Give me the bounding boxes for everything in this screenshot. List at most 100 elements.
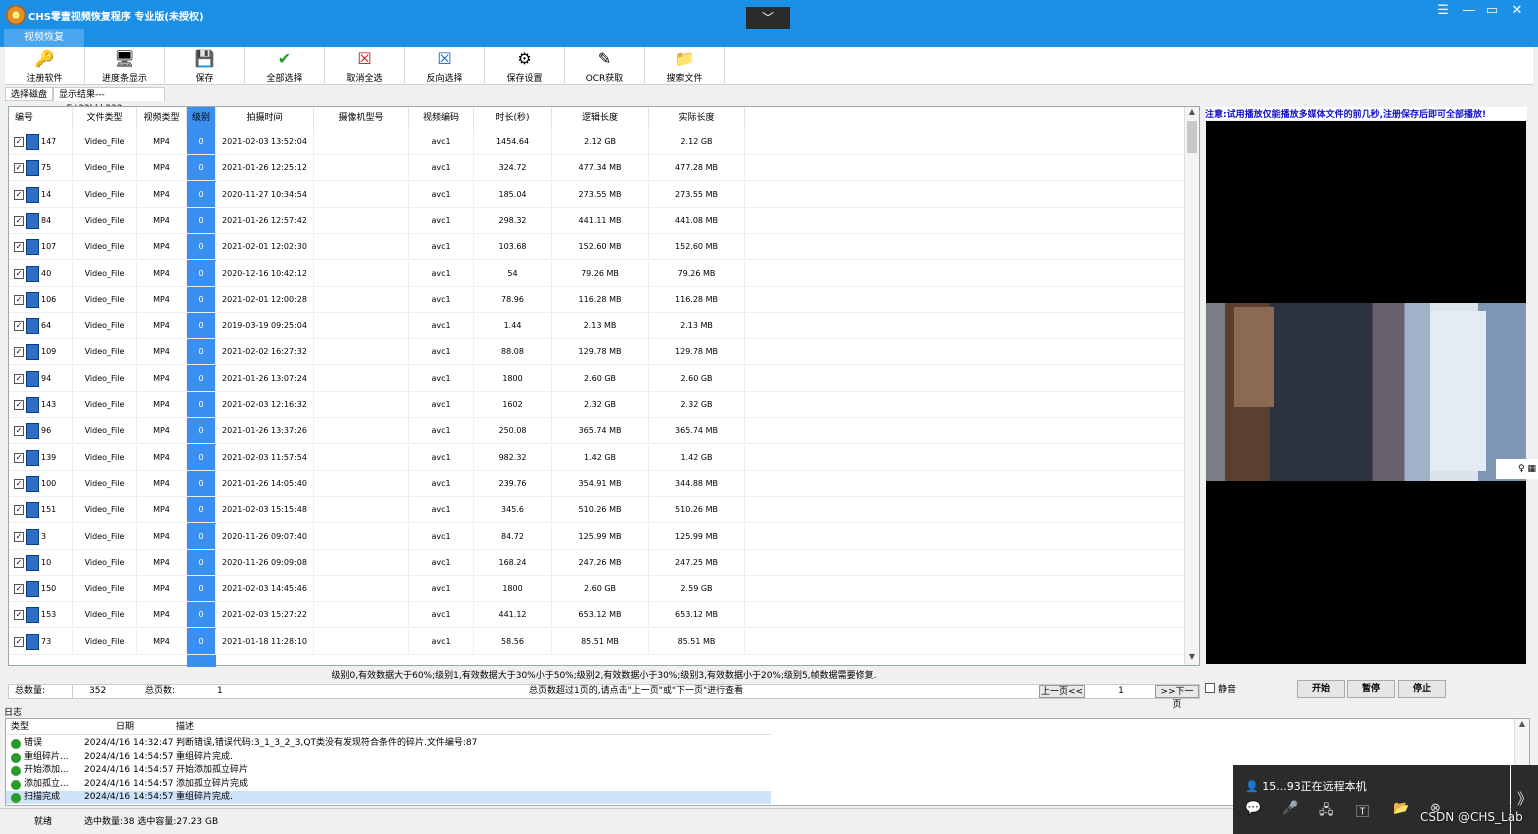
prev-page-button[interactable]: 上一页<< — [1039, 685, 1085, 698]
toolbar-button-8[interactable]: 📁 搜索文件 — [645, 47, 725, 85]
pause-button[interactable]: 暂停 — [1347, 680, 1395, 698]
table-scrollbar[interactable]: ▲ ▼ — [1184, 107, 1199, 665]
row-checkbox[interactable]: ✓ — [14, 268, 24, 279]
column-header[interactable]: 文件类型 — [73, 107, 137, 129]
table-row[interactable]: ✓ 14 Video_File MP4 0 2020-11-27 10:34:54 avc1… — [9, 181, 1185, 208]
screen-icon[interactable]: 🖧 — [1319, 801, 1334, 823]
tab-results[interactable]: 显示结果--->E:\32kkk222 — [53, 87, 165, 114]
row-checkbox[interactable]: ✓ — [14, 557, 24, 568]
table-row[interactable]: ✓ 106 Video_File MP4 0 2021-02-01 12:00:28 avc… — [9, 286, 1185, 313]
table-row[interactable]: ✓ 153 Video_File MP4 0 2021-02-03 15:27:22 avc… — [9, 602, 1185, 629]
row-checkbox[interactable]: ✓ — [14, 373, 24, 384]
row-checkbox[interactable]: ✓ — [14, 347, 24, 358]
video-preview[interactable] — [1206, 121, 1526, 664]
row-checkbox[interactable]: ✓ — [14, 215, 24, 226]
next-page-button[interactable]: >>下一页 — [1155, 685, 1199, 710]
log-row[interactable]: 错误 2024/4/16 14:32:47 判断错误,错误代码:3_1_3_2_3,… — [6, 737, 771, 750]
row-checkbox[interactable]: ✓ — [14, 137, 24, 147]
table-row[interactable]: ✓ 64 Video_File MP4 0 2019-03-19 09:25:04 avc1… — [9, 313, 1185, 340]
table-row[interactable]: ✓ 73 Video_File MP4 0 2021-01-18 11:28:10 avc1… — [9, 628, 1185, 655]
table-row[interactable]: ✓ 40 Video_File MP4 0 2020-12-16 10:42:12 avc1… — [9, 260, 1185, 287]
column-header[interactable]: 摄像机型号 — [314, 107, 409, 129]
table-row[interactable]: ✓ 75 Video_File MP4 0 2021-01-26 12:25:12 avc1… — [9, 155, 1185, 182]
level-legend-note: 级别0,有效数据大于60%;级别1,有效数据大于30%小于50%;级别2,有效数… — [331, 671, 877, 681]
table-row[interactable]: ✓ 10 Video_File MP4 0 2020-11-26 09:09:08 avc1… — [9, 549, 1185, 576]
table-row[interactable]: ✓ 96 Video_File MP4 0 2021-01-26 13:37:26 avc1… — [9, 418, 1185, 445]
table-cell: 0 — [187, 207, 216, 234]
table-cell: 0 — [187, 339, 216, 366]
toolbar-button-6[interactable]: ⚙ 保存设置 — [485, 47, 565, 85]
row-checkbox[interactable]: ✓ — [14, 163, 24, 174]
log-row[interactable]: 开始添加... 2024/4/16 14:54:57 开始添加孤立碎片 — [6, 764, 771, 777]
chat-icon[interactable]: 💬 — [1245, 801, 1261, 816]
table-cell: 273.55 MB — [552, 181, 649, 208]
log-col-desc[interactable]: 描述 — [176, 719, 194, 735]
table-row[interactable]: ✓ 109 Video_File MP4 0 2021-02-02 16:27:32 avc… — [9, 339, 1185, 366]
row-checkbox[interactable]: ✓ — [14, 294, 24, 305]
table-row[interactable]: ✓ 84 Video_File MP4 0 2021-01-26 12:57:42 avc1… — [9, 207, 1185, 234]
row-checkbox[interactable]: ✓ — [14, 478, 24, 489]
row-checkbox[interactable]: ✓ — [14, 189, 24, 200]
row-checkbox[interactable]: ✓ — [14, 400, 24, 410]
toolbar-button-0[interactable]: 🔑 注册软件 — [5, 47, 85, 85]
minimize-button[interactable]: — — [1458, 3, 1480, 18]
table-row[interactable]: ✓ 107 Video_File MP4 0 2021-02-01 12:02:30 avc… — [9, 234, 1185, 261]
row-checkbox[interactable]: ✓ — [14, 321, 24, 332]
start-button[interactable]: 开始 — [1297, 680, 1345, 698]
row-checkbox[interactable]: ✓ — [14, 610, 24, 621]
toolbar-button-2[interactable]: 💾 保存 — [165, 47, 245, 85]
dropdown-chevron-icon[interactable]: ﹀ — [746, 7, 790, 29]
table-row[interactable]: ✓ 3 Video_File MP4 0 2020-11-26 09:07:40 avc1 8… — [9, 523, 1185, 550]
column-header[interactable]: 拍摄时间 — [216, 107, 314, 129]
maximize-button[interactable]: ▭ — [1481, 3, 1503, 18]
page-input[interactable]: 1 — [1089, 685, 1153, 698]
row-checkbox[interactable]: ✓ — [14, 426, 24, 437]
scroll-down-icon[interactable]: ▼ — [1185, 652, 1199, 664]
close-button[interactable]: ✕ — [1506, 3, 1528, 18]
row-checkbox[interactable]: ✓ — [14, 531, 24, 542]
column-header[interactable]: 视频类型 — [137, 107, 187, 129]
mute-checkbox[interactable] — [1205, 683, 1215, 693]
scroll-up-icon[interactable]: ▲ — [1515, 719, 1529, 728]
folder-icon[interactable]: 📂 — [1393, 801, 1409, 816]
table-row[interactable]: ✓ 94 Video_File MP4 0 2021-01-26 13:07:24 avc1… — [9, 365, 1185, 392]
column-header[interactable]: 实际长度 — [649, 107, 745, 129]
column-header[interactable]: 逻辑长度 — [552, 107, 649, 129]
column-header[interactable]: 时长(秒) — [474, 107, 552, 129]
menu-icon[interactable]: ☰ — [1432, 3, 1454, 18]
row-checkbox[interactable]: ✓ — [14, 505, 24, 516]
scroll-thumb[interactable] — [1187, 121, 1197, 153]
text-icon[interactable]: 🅃 — [1356, 801, 1369, 820]
table-row[interactable]: ✓ 151 Video_File MP4 0 2021-02-03 15:15:48 avc… — [9, 497, 1185, 524]
table-row[interactable]: ✓ 100 Video_File MP4 0 2021-01-26 14:05:40 avc… — [9, 470, 1185, 497]
toolbar-button-3[interactable]: ✔ 全部选择 — [245, 47, 325, 85]
log-row[interactable]: 扫描完成 2024/4/16 14:54:57 重组碎片完成. — [6, 791, 771, 805]
toolbar-button-1[interactable]: 🖥 进度条显示 — [85, 47, 165, 85]
log-col-date[interactable]: 日期 — [116, 719, 134, 735]
table-row[interactable]: ✓ 150 Video_File MP4 0 2021-02-03 14:45:46 avc… — [9, 576, 1185, 603]
log-row[interactable]: 重组碎片... 2024/4/16 14:54:57 重组碎片完成. — [6, 751, 771, 764]
video-file-icon — [26, 318, 39, 335]
log-row[interactable]: 添加孤立... 2024/4/16 14:54:57 添加孤立碎片完成 — [6, 778, 771, 791]
row-checkbox[interactable]: ✓ — [14, 636, 24, 647]
table-cell: avc1 — [409, 418, 474, 445]
column-header[interactable]: 视频编码 — [409, 107, 474, 129]
table-cell: MP4 — [137, 181, 187, 208]
table-row[interactable]: ✓ 143 Video_File MP4 0 2021-02-03 12:16:32 avc… — [9, 392, 1185, 418]
table-row[interactable]: ✓ 147 Video_File MP4 0 2021-02-03 13:52:04 avc… — [9, 129, 1185, 155]
row-checkbox[interactable]: ✓ — [14, 242, 24, 253]
toolbar-button-7[interactable]: ✎ OCR获取 — [565, 47, 645, 85]
toolbar-button-4[interactable]: ☒ 取消全选 — [325, 47, 405, 85]
toolbar-button-5[interactable]: ☒ 反向选择 — [405, 47, 485, 85]
scroll-up-icon[interactable]: ▲ — [1185, 107, 1199, 119]
table-row[interactable]: ✓ 139 Video_File MP4 0 2021-02-03 11:57:54 avc… — [9, 444, 1185, 471]
row-checkbox[interactable]: ✓ — [14, 452, 24, 463]
row-checkbox[interactable]: ✓ — [14, 584, 24, 595]
column-header[interactable]: 编号 — [9, 107, 73, 129]
log-col-type[interactable]: 类型 — [11, 719, 29, 735]
stop-button[interactable]: 停止 — [1398, 680, 1446, 698]
mic-icon[interactable]: 🎤 — [1282, 801, 1298, 816]
tab-video-recovery[interactable]: 视频恢复 — [4, 29, 84, 47]
tab-select-disk[interactable]: 选择磁盘 — [5, 87, 53, 101]
column-header[interactable]: 级别 — [187, 107, 216, 129]
